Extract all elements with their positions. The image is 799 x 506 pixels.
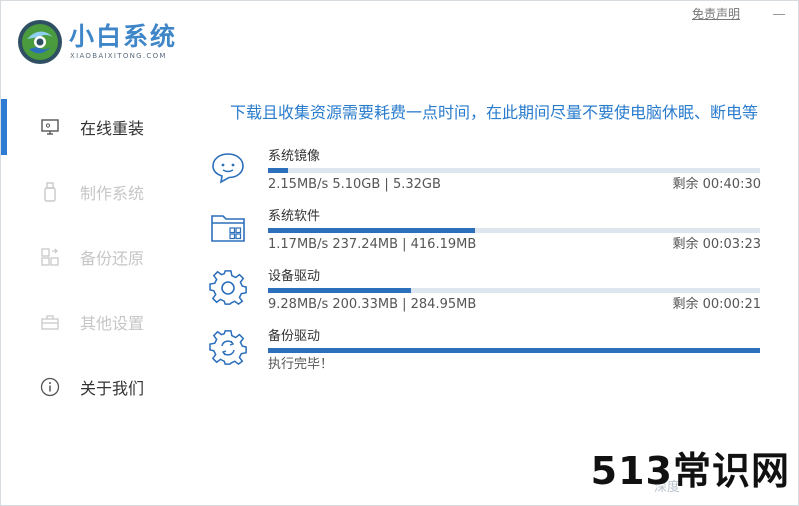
sidebar-item-label: 关于我们 — [80, 379, 145, 398]
sidebar-item-online-reinstall[interactable]: 在线重装 — [1, 97, 191, 157]
sidebar-item-label: 制作系统 — [80, 184, 145, 203]
download-task-device-driver: 设备驱动 9.28MB/s 200.33MB | 284.95MB 剩余 00:… — [209, 269, 761, 325]
sidebar-item-label: 其他设置 — [80, 314, 145, 333]
task-name: 设备驱动 — [268, 269, 321, 284]
download-task-backup-driver: 备份驱动 执行完毕！ — [209, 329, 761, 385]
chat-face-icon — [212, 153, 244, 184]
sidebar: 在线重装 制作系统 备份还原 其他设置 关于我们 — [1, 97, 191, 422]
watermark-logo: 513常识网 — [590, 449, 790, 493]
task-name: 系统软件 — [268, 209, 321, 224]
active-indicator — [1, 99, 7, 155]
sidebar-item-make-system[interactable]: 制作系统 — [1, 162, 191, 222]
progress-bar — [268, 348, 760, 353]
download-task-system-image: 系统镜像 2.15MB/s 5.10GB | 5.32GB 剩余 00:40:3… — [209, 149, 761, 205]
task-stats: 1.17MB/s 237.24MB | 416.19MB — [268, 237, 477, 252]
monitor-icon — [39, 116, 61, 138]
task-name: 备份驱动 — [268, 329, 321, 344]
task-stats: 执行完毕！ — [268, 357, 334, 372]
grid-restore-icon — [39, 246, 61, 268]
task-remaining-time: 剩余 00:40:30 — [672, 177, 761, 192]
progress-fill — [268, 168, 288, 173]
minimize-button[interactable] — [770, 4, 788, 22]
task-name: 系统镜像 — [268, 149, 321, 164]
task-remaining-time: 剩余 00:03:23 — [672, 237, 761, 252]
progress-fill — [268, 348, 760, 353]
logo-icon — [18, 20, 62, 64]
gear-refresh-icon — [209, 330, 247, 366]
app-subtitle: XIAOBAIXITONG.COM — [70, 52, 167, 60]
info-icon — [39, 376, 61, 398]
task-stats: 9.28MB/s 200.33MB | 284.95MB — [268, 297, 477, 312]
app-window: 小白系统 XIAOBAIXITONG.COM 免责声明 在线重装 制作系统 备份… — [0, 0, 799, 506]
sidebar-item-backup-restore[interactable]: 备份还原 — [1, 227, 191, 287]
gear-icon — [209, 270, 247, 306]
progress-fill — [268, 228, 475, 233]
download-task-system-software: 系统软件 1.17MB/s 237.24MB | 416.19MB 剩余 00:… — [209, 209, 761, 265]
sidebar-item-label: 在线重装 — [80, 119, 145, 138]
software-folder-icon — [211, 215, 245, 242]
download-notice: 下载且收集资源需要耗费一点时间，在此期间尽量不要使电脑休眠、断电等 — [229, 103, 758, 122]
sidebar-item-about-us[interactable]: 关于我们 — [1, 357, 191, 417]
task-remaining-time: 剩余 00:00:21 — [672, 297, 761, 312]
progress-fill — [268, 288, 411, 293]
toolbox-icon — [39, 311, 61, 333]
progress-bar — [268, 288, 760, 293]
sidebar-item-label: 备份还原 — [80, 249, 145, 268]
progress-bar — [268, 168, 760, 173]
task-stats: 2.15MB/s 5.10GB | 5.32GB — [268, 177, 441, 192]
disclaimer-link[interactable]: 免责声明 — [692, 5, 740, 22]
usb-drive-icon — [39, 181, 61, 203]
progress-bar — [268, 228, 760, 233]
sidebar-item-other-settings[interactable]: 其他设置 — [1, 292, 191, 352]
app-title: 小白系统 — [69, 22, 178, 51]
